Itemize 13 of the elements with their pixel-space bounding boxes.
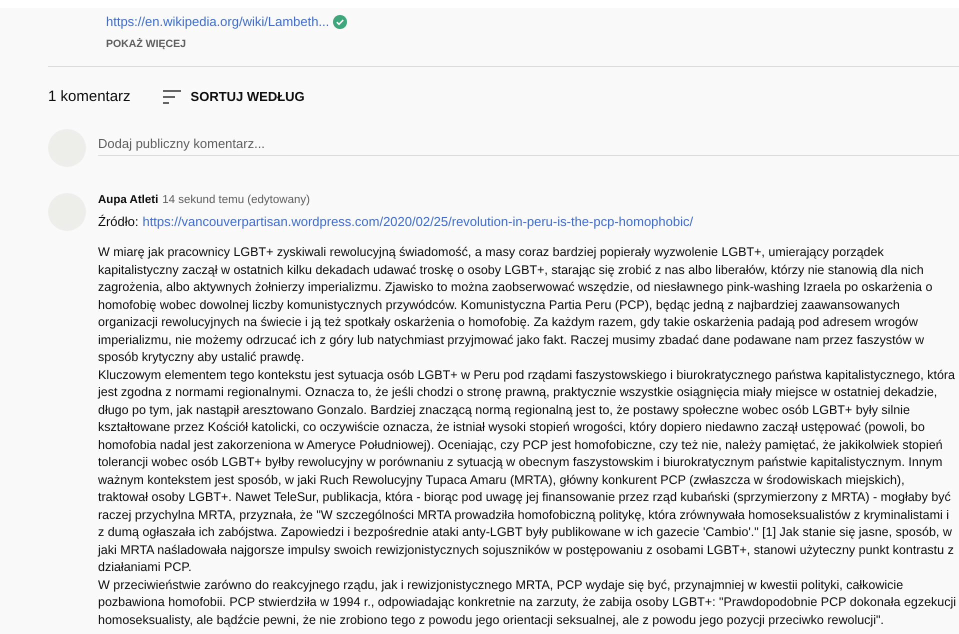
author-name[interactable]: Aupa Atleti <box>98 192 158 209</box>
comment-time: 14 sekund temu (edytowany) <box>162 192 310 208</box>
comment-paragraph: W miarę jak pracownicy LGBT+ zyskiwali rewolucyjną świadomość, a masy coraz bardziej popierały wyzwolenie LGBT+, umierający porządek kapitalistyczny zaczął w ostatnich kilku dekadach udawać troskę o osoby LGBT+, starając się zrobić z nas albo liberałów, którzy nie stanowią dla nich zagrożenia, albo aktywnych żołnierzy imperializmu. Zjawisko to można zaobserwować wszędzie, od niesławnego pink-washing Izraela po oskarżenia o homofobię wobec dowolnej liczby komunistycznych przywódców. Komunistyczna Partia Peru (PCP), będąc jedną z najbardziej zaawansowanych organizacji rewolucyjnych na świecie i ją też spotkały oskarżenia o homofobię. Za każdym razem, gdy takie oskarżenia padają pod adresem wrogów imperializmu, nie możemy odrzucać ich z góry lub natychmiast przyjmować jako fakt. Raczej musimy zbadać dane podawane nam przez faszystów w sposób krytyczny aby ustalić prawdę. <box>98 244 934 366</box>
comment-input[interactable]: Dodaj publiczny komentarz... <box>98 132 959 156</box>
show-more-button[interactable]: POKAŻ WIĘCEJ <box>106 37 186 53</box>
source-label: Źródło: <box>98 212 138 231</box>
sort-icon <box>162 90 181 104</box>
comment-paragraph: W przeciwieństwie zarówno do reakcyjnego rządu, jak i rewizjonistycznego MRTA, PCP wydaje się być, przynajmniej w kwestii polityki, całkowicie pozbawiona homofobii. PCP stwierdziła w 1994 r., odpowiadając konkretnie na zarzuty, że zabija osoby LGBT+: "Prawdopodobnie PCP dokonała egzekucji homoseksualisty, ale bądźcie pewni, że nie zrobiono tego z powodu jego orientacji seksualnej, ale z powodu jego pozycji przeciwko rewolucji". <box>98 576 958 629</box>
wikipedia-link[interactable]: https://en.wikipedia.org/wiki/Lambeth... <box>106 12 330 32</box>
comment-paragraph: Kluczowym elementem tego kontekstu jest sytuacja osób LGBT+ w Peru pod rządami faszystowskiego i biurokratycznego państwa kapitalistycznego, która jest zgodna z normami regionalnymi. Oznacza to, że jeśli chodzi o stronę prawną, praktycznie wszystkie osiągnięcia miały miejsce w ostatniej dekadzie, długo po tym, jak nastąpił aresztowano Gonzalo. Bardziej znaczącą normą regionalną jest to, że postawy społeczne wobec osób LGBT+ były silnie kształtowane przez Kościół katolicki, co oczywiście oznacza, że istniał wysoki stopień wrogości, który dopiero niedawno zaczął ustępować (powoli, bo homofobia nadal jest zakorzeniona w Ameryce Południowej). Oceniając, czy PCP jest homofobiczne, czy też nie, należy pamiętać, że jakikolwiek stopień tolerancji wobec osób LGBT+ byłby rewolucyjny w porównaniu z sytuacją w obecnym faszystowskim i biurokratycznym państwie kapitalistycznym. Innym ważnym kontekstem jest sposób, w jaki Ruch Rewolucyjny Tupaca Amaru (MRTA), główny konkurent PCP (zwłaszcza w środowiskach miejskich), traktował osoby LGBT+. Nawet TeleSur, publikacja, która - biorąc pod uwagę jej finansowanie przez rząd kubański (sprzymierzony z MRTA) - mogłaby być raczej przychylna MRTA, przyznała, że "W szczególności MRTA prowadziła homofobiczną politykę, która zrównywała homoseksualistów z kryminalistami i z dumą ogłaszała ich zabójstwa. Zapowiedzi i bezpośrednie ataki anty-LGBT były publikowane w ich gazecie 'Cambio'." [1] Jak stanie się jasne, sposób, w jaki MRTA naśladowała najgorsze impulsy swoich rewizjonistycznych sojuszników w postępowaniu z osobami LGBT+, stanowi użyteczny punkt kontrastu z działaniami PCP. <box>98 366 956 576</box>
source-link[interactable]: https://vancouverpartisan.wordpress.com/2020/02/25/revolution-in-peru-is-the-pcp-homophobic/ <box>142 212 694 232</box>
comment-count: 1 komentarz <box>48 86 131 106</box>
sort-button[interactable]: SORTUJ WEDŁUG <box>162 87 305 106</box>
